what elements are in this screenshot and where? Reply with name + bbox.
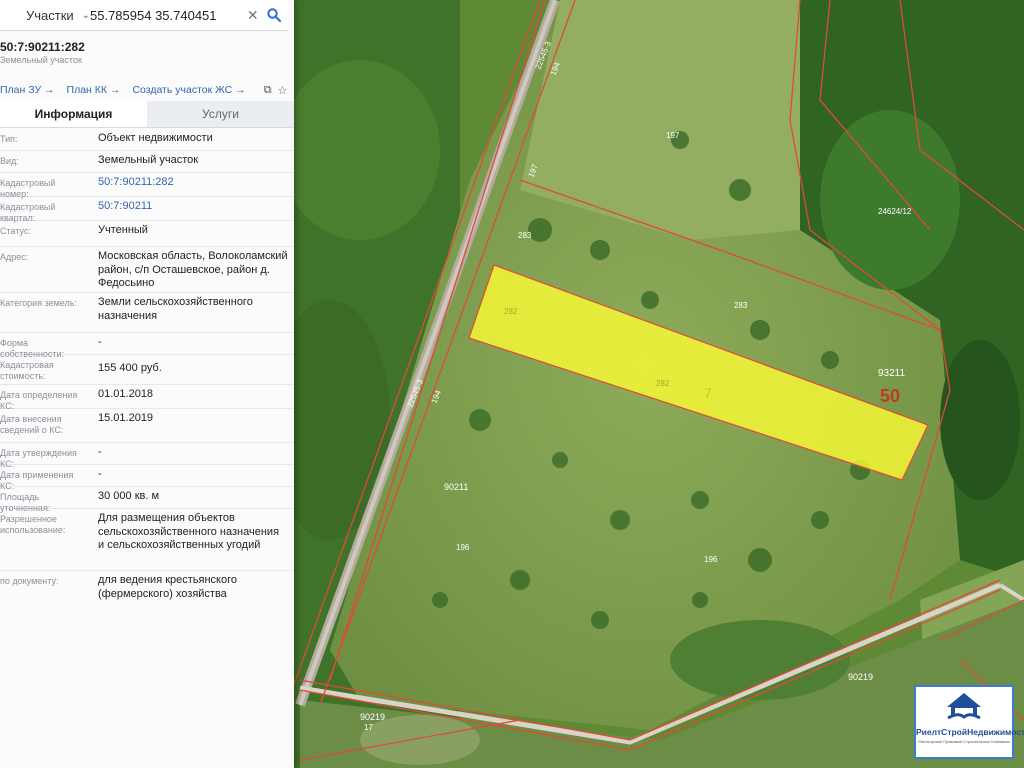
logo-title: РиелтСтройНедвижимость [916,727,1024,737]
tab-services[interactable]: Услуги [147,101,294,127]
search-type-select[interactable]: Участки ⌄ [0,7,90,23]
map-label: 90211 [444,482,468,492]
info-value: Объект недвижимости [98,132,213,144]
info-value: - [98,446,102,458]
search-icon [267,8,281,22]
info-value: 30 000 кв. м [98,490,160,502]
search-button[interactable] [259,0,288,30]
info-row: Кадастровый квартал: 50:7:90211 [0,196,294,223]
link-plan-kk[interactable]: План КК → [67,84,121,96]
info-key: Вид: [0,156,19,166]
search-type-label: Участки [26,7,74,23]
map-label: 283 [518,231,532,240]
info-value: - [98,336,102,348]
info-key: Кадастровая стоимость: [0,360,54,381]
info-row: Разрешенное использование: Для размещени… [0,508,294,571]
info-value: Московская область, Волоколамский район,… [98,250,288,289]
info-row: Дата применения КС: - [0,464,294,491]
info-row: Кадастровый номер: 50:7:90211:282 [0,172,294,199]
info-key: Тип: [0,134,18,144]
search-bar: Участки ⌄ ✕ [0,0,288,31]
map-label-block-50: 50 [880,386,900,406]
house-handshake-icon [947,693,981,720]
link-plan-zu[interactable]: План ЗУ → [0,84,55,96]
map-label: 90219 [848,672,873,682]
info-row: Форма собственности: - [0,332,294,359]
map-label: 282 [656,379,670,388]
info-row: Адрес: Московская область, Волоколамский… [0,246,294,293]
info-row: Кадастровая стоимость: 155 400 руб. [0,354,294,385]
tab-bar: Информация Услуги [0,101,294,128]
info-key: Статус: [0,226,31,236]
clear-icon[interactable]: ✕ [246,7,259,24]
info-value: Земли сельскохозяйственного назначения [98,296,253,322]
info-key: Разрешенное использование: [0,514,66,535]
info-value: Учтенный [98,224,148,236]
map-label: 17 [364,723,373,732]
action-links: План ЗУ → План КК → Создать участок ЖС →… [0,82,294,98]
company-logo: РиелтСтройНедвижимость Риелторские Право… [914,685,1024,759]
search-input[interactable] [84,7,246,23]
info-panel: Участки ⌄ ✕ 50:7:90211:282 Земельный уча… [0,0,294,768]
info-row: Тип: Объект недвижимости [0,128,294,151]
star-icon[interactable]: ☆ [278,84,288,97]
info-value: 15.01.2019 [98,412,154,424]
map-label: 196 [704,555,718,564]
info-row: Категория земель: Земли сельскохозяйстве… [0,292,294,333]
info-key: Категория земель: [0,298,77,308]
info-row: по документу: для ведения крестьянского … [0,570,294,606]
info-key: Адрес: [0,252,29,262]
info-value: Для размещения объектов сельскохозяйстве… [98,512,280,551]
info-row: Вид: Земельный участок [0,150,294,173]
info-row: Дата утверждения КС: - [0,442,294,469]
parcel-subtitle: Земельный участок [0,55,82,65]
logo-subtitle: Риелторские Правовые Строительные Компан… [918,739,1010,744]
info-value: Земельный участок [98,154,199,166]
map-label: 282 [504,307,518,316]
info-key: Дата внесения сведений о КС: [0,414,64,435]
info-value: 01.01.2018 [98,388,154,400]
info-value: для ведения крестьянского (фермерского) … [98,574,238,600]
info-value: 155 400 руб. [98,362,162,374]
map-label: 283 [734,301,748,310]
map-label: 90219 [360,712,385,722]
cadastral-number-link[interactable]: 50:7:90211:282 [98,176,288,190]
map-label: 24624/12 [878,207,912,216]
map-label: 93211 [878,368,906,379]
cadastral-block-link[interactable]: 50:7:90211 [98,200,288,214]
tab-info[interactable]: Информация [0,101,147,127]
info-row: Дата внесения сведений о КС: 15.01.2019 [0,408,294,443]
info-key: по документу: [0,576,59,586]
map-label: 196 [456,543,470,552]
copy-icon[interactable]: ⧉ [264,84,272,97]
info-row: Статус: Учтенный [0,220,294,247]
map-label-parcel-7: 7 [704,385,712,401]
map-label: 197 [666,131,680,140]
info-row: Дата определения КС: 01.01.2018 [0,384,294,411]
parcel-title: 50:7:90211:282 [0,40,85,54]
info-row: Площадь уточненная: 30 000 кв. м [0,486,294,513]
link-create-parcel[interactable]: Создать участок ЖС → [132,84,245,96]
info-value: - [98,468,102,480]
